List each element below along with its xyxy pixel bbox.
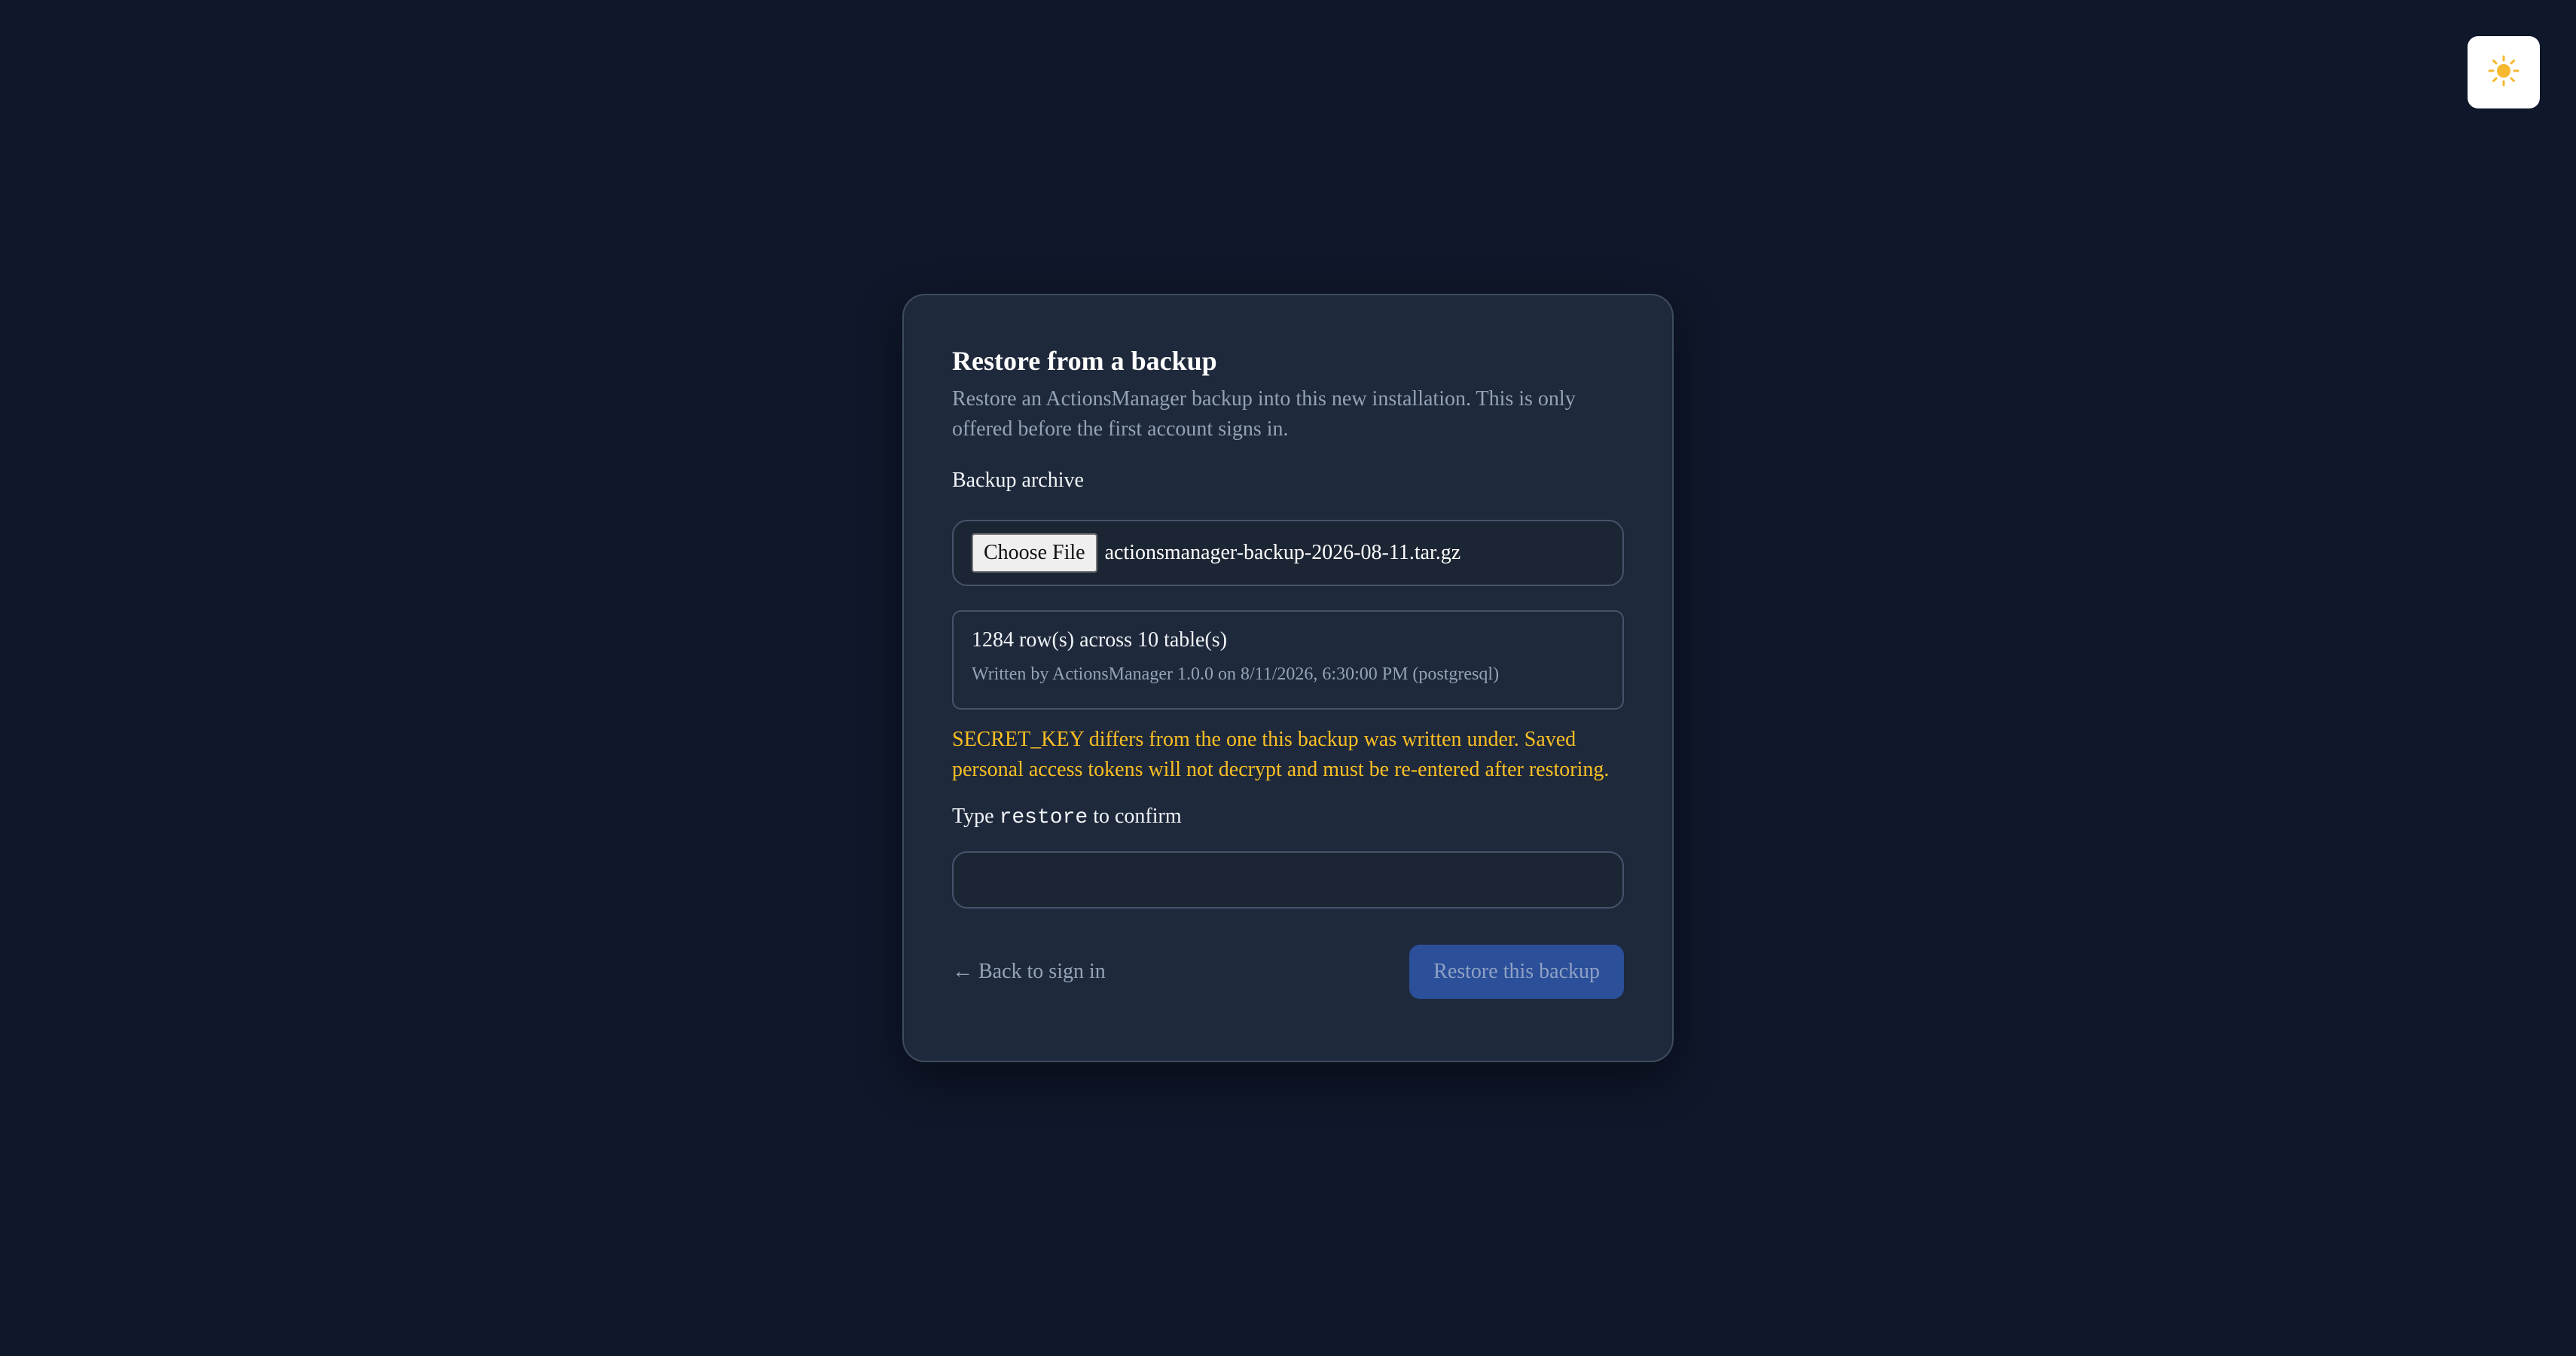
confirm-label-prefix: Type [952,805,1000,828]
backup-archive-label: Backup archive [952,469,1084,492]
page-title: Restore from a backup [952,346,1217,376]
confirm-input[interactable] [952,851,1624,909]
page-subtitle: Restore an ActionsManager backup into th… [952,387,1576,441]
backup-row-count: 1284 row(s) across 10 table(s) [972,628,1228,652]
confirm-label-suffix: to confirm [1088,805,1182,828]
selected-file-name: actionsmanager-backup-2026-08-11.tar.gz [1104,541,1461,564]
confirm-keyword: restore [999,806,1088,829]
back-to-sign-in-link[interactable]: ← Back to sign in [952,960,1106,984]
file-input[interactable]: Choose File actionsmanager-backup-2026-0… [952,520,1624,586]
back-link-label: Back to sign in [978,960,1106,983]
restore-card: Restore from a backup Restore an Actions… [902,294,1674,1062]
confirm-label: Type restore to confirm [952,802,1624,833]
sun-icon [2487,54,2520,91]
backup-summary: 1284 row(s) across 10 table(s) Written b… [952,610,1624,710]
arrow-left-icon: ← [952,960,973,983]
choose-file-button[interactable]: Choose File [972,533,1097,573]
theme-toggle-button[interactable] [2468,36,2540,108]
backup-written-by: Written by ActionsManager 1.0.0 on 8/11/… [972,664,1500,684]
form-actions: ← Back to sign in Restore this backup [952,945,1624,999]
restore-backup-button[interactable]: Restore this backup [1409,945,1624,999]
secret-key-warning: SECRET_KEY differs from the one this bac… [952,728,1610,781]
